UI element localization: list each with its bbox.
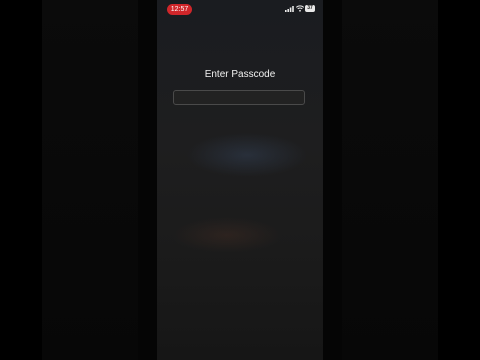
side-border bbox=[323, 0, 342, 360]
blurred-side-panel bbox=[342, 0, 438, 360]
passcode-input[interactable] bbox=[173, 90, 305, 105]
page-title: Enter Passcode bbox=[204, 69, 276, 80]
side-border bbox=[138, 0, 157, 360]
cellular-signal-icon bbox=[285, 6, 294, 12]
status-time: 12:57 bbox=[167, 4, 192, 15]
battery-icon: 37 bbox=[305, 5, 315, 12]
phone-screen: 12:57 37 Enter Passcode bbox=[157, 0, 323, 360]
status-bar: 12:57 37 bbox=[157, 3, 323, 15]
blurred-side-panel bbox=[42, 0, 138, 360]
wifi-icon bbox=[296, 5, 304, 12]
video-frame: 12:57 37 Enter Passcode bbox=[0, 0, 480, 360]
